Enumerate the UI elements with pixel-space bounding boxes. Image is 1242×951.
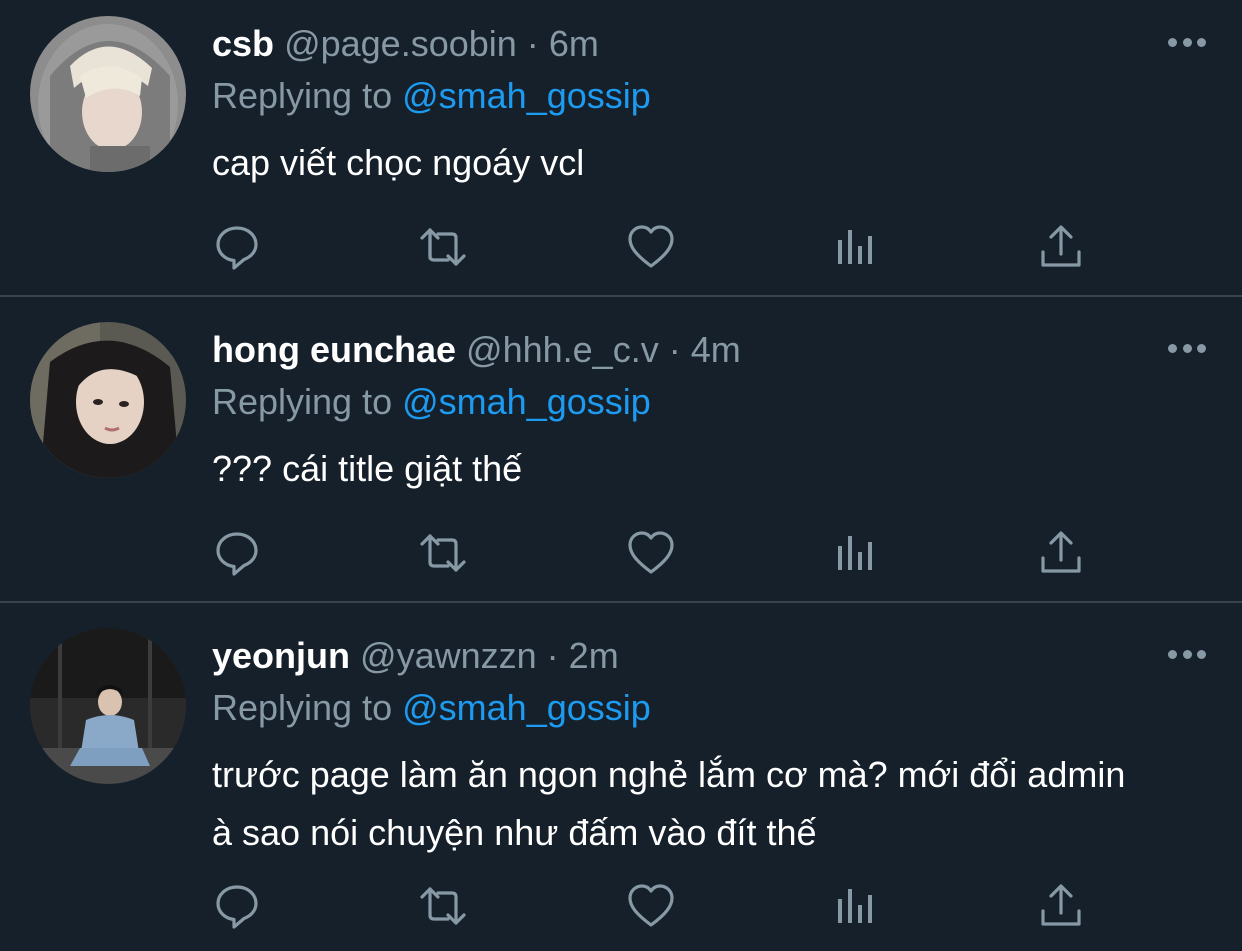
- reply-mention-link[interactable]: @smah_gossip: [402, 687, 651, 728]
- like-button[interactable]: [626, 222, 676, 272]
- avatar-image: [30, 16, 186, 172]
- separator-dot: ·: [668, 329, 681, 370]
- analytics-icon: [838, 536, 872, 570]
- action-bar: [0, 881, 1242, 931]
- tweet-text: ??? cái title giật thế: [212, 448, 523, 489]
- reply-tweet[interactable]: csb @page.soobin · 6m Replying to @smah_…: [0, 0, 1242, 296]
- more-options-button[interactable]: [1168, 648, 1206, 660]
- analytics-button[interactable]: [831, 528, 881, 578]
- share-icon: [1041, 531, 1081, 573]
- avatar[interactable]: [30, 322, 186, 478]
- retweet-icon: [420, 534, 466, 572]
- share-icon: [1041, 884, 1081, 926]
- more-dot: [1182, 649, 1192, 659]
- reply-icon: [216, 885, 258, 929]
- timestamp[interactable]: 4m: [691, 329, 741, 370]
- action-bar: [0, 222, 1242, 272]
- reply-timeline: csb @page.soobin · 6m Replying to @smah_…: [0, 0, 1242, 951]
- analytics-button[interactable]: [831, 881, 881, 931]
- reply-button[interactable]: [212, 528, 262, 578]
- avatar[interactable]: [30, 628, 186, 784]
- share-button[interactable]: [1036, 222, 1086, 272]
- more-dot: [1197, 37, 1206, 47]
- reply-button[interactable]: [212, 222, 262, 272]
- reply-button[interactable]: [212, 881, 262, 931]
- like-icon: [628, 531, 674, 574]
- replying-label: Replying to: [212, 381, 393, 422]
- replying-to-line: Replying to @smah_gossip: [212, 380, 651, 424]
- more-options-button[interactable]: [1168, 342, 1206, 354]
- user-handle[interactable]: @page.soobin: [284, 23, 517, 64]
- reply-tweet[interactable]: yeonjun @yawnzzn · 2m Replying to @smah_…: [0, 612, 1242, 951]
- share-button[interactable]: [1036, 881, 1086, 931]
- like-button[interactable]: [626, 528, 676, 578]
- replying-to-line: Replying to @smah_gossip: [212, 686, 651, 730]
- tweet-text: cap viết chọc ngoáy vcl: [212, 142, 585, 183]
- replying-label: Replying to: [212, 687, 393, 728]
- avatar[interactable]: [30, 16, 186, 172]
- more-dot: [1182, 37, 1192, 47]
- retweet-icon: [420, 228, 466, 266]
- retweet-button[interactable]: [418, 222, 468, 272]
- replying-to-line: Replying to @smah_gossip: [212, 74, 651, 118]
- retweet-button[interactable]: [418, 528, 468, 578]
- like-icon: [628, 225, 674, 268]
- avatar-image: [30, 322, 186, 478]
- tweet-text: trước page làm ăn ngon nghẻ lắm cơ mà? m…: [212, 754, 1126, 853]
- analytics-button[interactable]: [831, 222, 881, 272]
- reply-tweet[interactable]: hong eunchae @hhh.e_c.v · 4m Replying to…: [0, 306, 1242, 602]
- reply-icon: [216, 226, 258, 270]
- action-bar: [0, 528, 1242, 578]
- share-button[interactable]: [1036, 528, 1086, 578]
- more-dot: [1168, 37, 1177, 47]
- display-name[interactable]: hong eunchae: [212, 329, 456, 370]
- tweet-divider: [0, 601, 1242, 603]
- avatar-image: [30, 628, 186, 784]
- separator-dot: ·: [526, 23, 539, 64]
- tweet-header: hong eunchae @hhh.e_c.v · 4m: [212, 328, 741, 372]
- reply-icon: [216, 532, 258, 576]
- separator-dot: ·: [546, 635, 559, 676]
- more-dot: [1168, 649, 1177, 659]
- timestamp[interactable]: 2m: [569, 635, 619, 676]
- analytics-icon: [838, 230, 872, 264]
- reply-mention-link[interactable]: @smah_gossip: [402, 75, 651, 116]
- timestamp[interactable]: 6m: [549, 23, 599, 64]
- more-options-button[interactable]: [1168, 36, 1206, 48]
- replying-label: Replying to: [212, 75, 393, 116]
- more-dot: [1197, 649, 1206, 659]
- tweet-header: yeonjun @yawnzzn · 2m: [212, 634, 619, 678]
- more-dot: [1168, 343, 1177, 353]
- retweet-button[interactable]: [418, 881, 468, 931]
- user-handle[interactable]: @yawnzzn: [360, 635, 537, 676]
- display-name[interactable]: csb: [212, 23, 274, 64]
- more-dot: [1197, 343, 1206, 353]
- like-button[interactable]: [626, 881, 676, 931]
- share-icon: [1041, 225, 1081, 267]
- reply-mention-link[interactable]: @smah_gossip: [402, 381, 651, 422]
- display-name[interactable]: yeonjun: [212, 635, 350, 676]
- user-handle[interactable]: @hhh.e_c.v: [466, 329, 659, 370]
- tweet-header: csb @page.soobin · 6m: [212, 22, 599, 66]
- analytics-icon: [838, 889, 872, 923]
- retweet-icon: [420, 887, 466, 925]
- tweet-divider: [0, 295, 1242, 297]
- more-dot: [1182, 343, 1192, 353]
- like-icon: [628, 884, 674, 927]
